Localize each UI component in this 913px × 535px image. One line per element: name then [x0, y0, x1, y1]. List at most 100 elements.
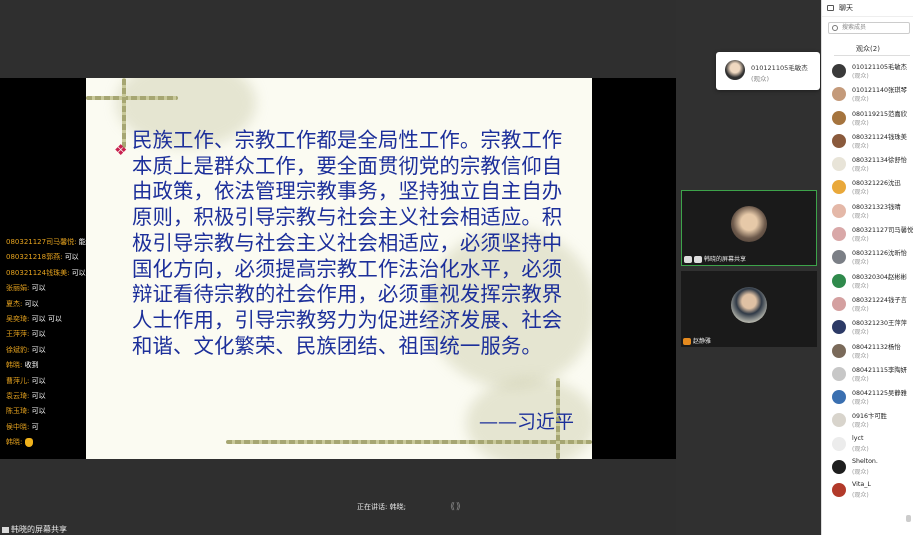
member-row[interactable]: 0916卞可胜 (观众) — [822, 409, 913, 432]
participant-popup[interactable]: 010121105毛敏杰 (观众) — [716, 52, 820, 90]
chat-overlay: 080321127司马馨悦: 能 080321218郭燕: 可以 0803211… — [6, 235, 86, 450]
chat-message: 张丽娟: 可以 — [6, 281, 86, 296]
member-count-tab[interactable]: 观众(2) — [822, 44, 913, 54]
share-indicator[interactable]: 韩晓的屏幕共享 — [2, 524, 67, 535]
member-status: (观众) — [852, 375, 869, 383]
avatar — [731, 206, 767, 242]
scrollbar-thumb[interactable] — [906, 515, 911, 522]
chat-sender: 陈玉琦: — [6, 407, 30, 416]
member-name: Vita_L — [852, 481, 871, 489]
panel-title[interactable]: 聊天 — [839, 3, 853, 13]
chat-text: 能 — [78, 238, 86, 246]
member-name: 080320304赵彬彬 — [852, 273, 907, 281]
chat-message: 韩晓: 收到 — [6, 358, 86, 373]
chat-sender: 080321127司马馨悦: — [6, 238, 77, 246]
chat-text: 收到 — [24, 361, 39, 370]
chat-message: 侯中晓: 可 — [6, 420, 86, 435]
member-name: 080321134徐舒怡 — [852, 157, 907, 165]
chat-text: 可以 — [31, 407, 46, 416]
member-status: (观众) — [852, 142, 869, 150]
popup-name: 010121105毛敏杰 — [751, 64, 808, 72]
member-status: (观众) — [852, 492, 869, 500]
member-row[interactable]: 080421115李陶妍 (观众) — [822, 363, 913, 386]
chat-text: 可 — [31, 422, 39, 431]
member-list: 010121105毛敏杰 (观众) 010121140张琪琴 (观众) 08011921… — [822, 60, 913, 503]
slide-vine — [86, 96, 178, 100]
member-row[interactable]: 010121140张琪琴 (观众) — [822, 83, 913, 106]
chat-message: 徐斌豹: 可以 — [6, 343, 86, 358]
chat-text: 可以 可以 — [31, 314, 62, 323]
avatar — [725, 60, 745, 80]
member-row[interactable]: 080321323钱晴 (观众) — [822, 200, 913, 223]
member-status: (观众) — [852, 119, 869, 127]
avatar — [832, 460, 846, 475]
member-row[interactable]: Shelton. (观众) — [822, 456, 913, 479]
member-status: (观众) — [852, 399, 869, 407]
chat-text: 可以 — [31, 376, 46, 385]
microphone-icon — [694, 256, 702, 263]
member-row[interactable]: 080421132杨怡 (观众) — [822, 340, 913, 363]
chat-message: 袁云琦: 可以 — [6, 389, 86, 404]
video-tile[interactable]: 韩晓的屏幕共享 — [681, 190, 817, 266]
member-status: (观众) — [852, 445, 869, 453]
avatar — [832, 296, 846, 311]
member-name: 080321124钱珠美 — [852, 133, 907, 141]
chat-sender: 徐斌豹: — [6, 345, 30, 354]
avatar — [832, 366, 846, 381]
chat-message: 夏杰: 可以 — [6, 297, 86, 312]
avatar — [832, 483, 846, 498]
member-row[interactable]: 080321126沈昕怡 (观众) — [822, 246, 913, 269]
chat-text: 可以 — [24, 299, 39, 308]
video-tile[interactable]: 赵静雅 — [681, 271, 817, 347]
member-name: 080421125吴静雅 — [852, 390, 907, 398]
member-row[interactable]: 080421125吴静雅 (观众) — [822, 386, 913, 409]
avatar — [832, 64, 846, 78]
search-placeholder: 搜索成员 — [842, 24, 867, 31]
member-row[interactable]: 080320304赵彬彬 (观众) — [822, 270, 913, 293]
microphone-icon — [683, 338, 691, 345]
chat-sender: 张丽娟: — [6, 284, 30, 293]
member-search-input[interactable]: 搜索成员 — [828, 22, 910, 34]
avatar — [832, 110, 846, 125]
chat-text: 可以 — [71, 268, 86, 277]
member-row[interactable]: 080321124钱珠美 (观众) — [822, 130, 913, 153]
share-controls[interactable]: ⟪ ⟫ — [450, 502, 461, 512]
slide-author: ——习近平 — [478, 411, 574, 433]
slide-vine — [226, 440, 592, 444]
member-status: (观众) — [852, 282, 869, 290]
chat-message: 韩晓: — [6, 435, 86, 450]
chat-sender: 080321218郭燕: — [6, 253, 63, 262]
tile-name: 赵静雅 — [693, 338, 712, 345]
member-row[interactable]: 080119215范嘉欣 (观众) — [822, 107, 913, 130]
member-row[interactable]: 080321226沈迅 (观众) — [822, 176, 913, 199]
member-row[interactable]: Vita_L (观众) — [822, 479, 913, 502]
member-status: (观众) — [852, 73, 869, 80]
share-top-band — [0, 0, 676, 78]
chat-message: 080321124钱珠美: 可以 — [6, 266, 86, 281]
member-status: (观众) — [852, 305, 869, 313]
chat-sender: 夏杰: — [6, 299, 23, 308]
search-icon — [832, 25, 838, 31]
member-status: (观众) — [852, 352, 869, 360]
chat-sender: 韩晓: — [6, 361, 23, 370]
avatar — [832, 227, 846, 242]
member-row[interactable]: 080321224钱子言 (观众) — [822, 293, 913, 316]
member-name: 080321226沈迅 — [852, 180, 901, 188]
avatar — [832, 436, 846, 451]
member-row[interactable]: 080321127司马馨悦 (观众) — [822, 223, 913, 246]
chat-message: 曹萍儿: 可以 — [6, 374, 86, 389]
avatar — [731, 287, 767, 323]
chat-text: 可以 — [64, 253, 79, 262]
member-row[interactable]: 080321230王萍萍 (观众) — [822, 316, 913, 339]
member-name: 080321127司马馨悦 — [852, 227, 913, 235]
member-row[interactable]: lyct (观众) — [822, 433, 913, 456]
slide-bullet-icon: ❖ — [114, 141, 128, 159]
chat-icon — [827, 5, 834, 11]
share-bottom-band — [0, 459, 676, 535]
member-status: (观众) — [852, 236, 869, 244]
chat-message: 吴奕琦: 可以 可以 — [6, 312, 86, 327]
member-name: 010121140张琪琴 — [852, 87, 907, 95]
member-name: Shelton. — [852, 458, 878, 466]
member-row[interactable]: 080321134徐舒怡 (观众) — [822, 153, 913, 176]
member-row[interactable]: 010121105毛敏杰 (观众) — [822, 60, 913, 83]
